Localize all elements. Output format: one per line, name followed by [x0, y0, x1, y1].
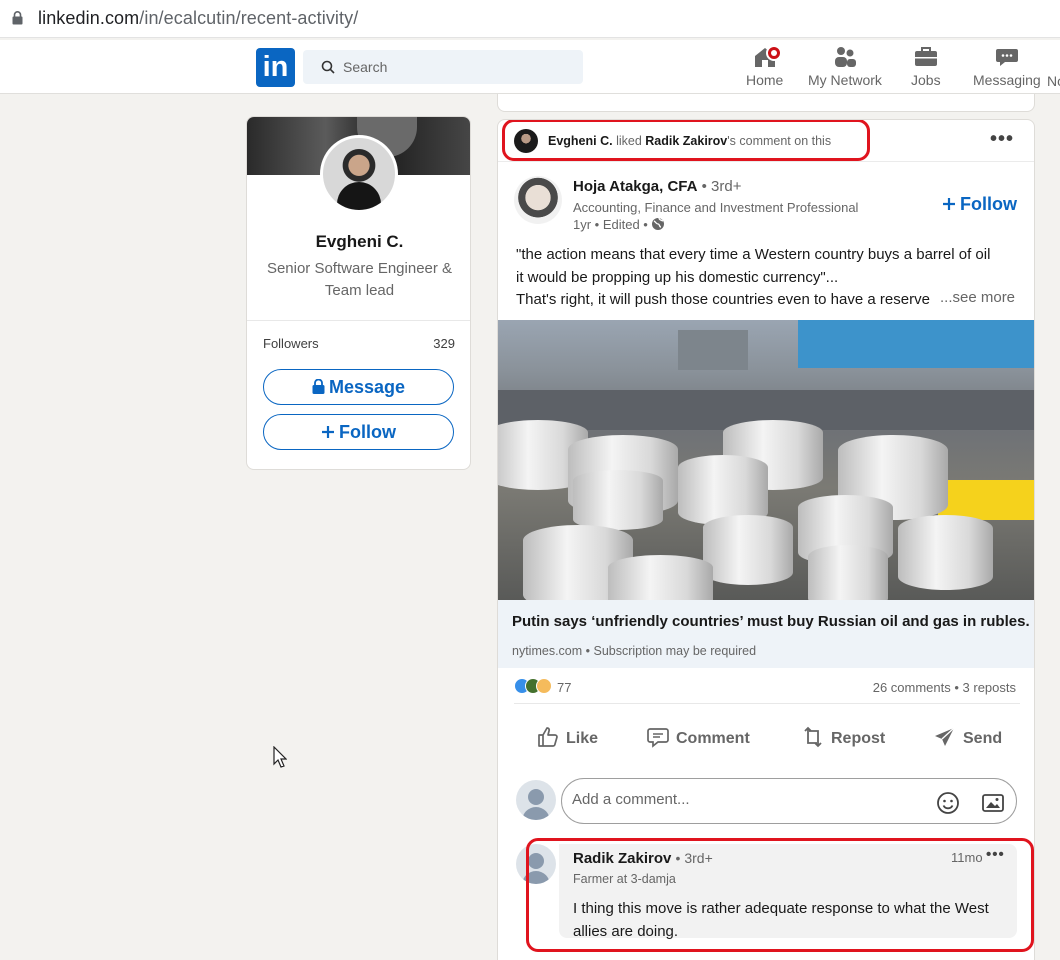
repost-icon: [804, 726, 822, 748]
mouse-cursor-icon: [273, 746, 287, 768]
emoji-icon[interactable]: [936, 791, 960, 815]
see-more-link[interactable]: ...see more: [940, 289, 1016, 306]
insightful-reaction-icon: [536, 678, 552, 694]
url-domain: linkedin.com: [38, 8, 140, 28]
message-button-label: Message: [328, 377, 406, 397]
nav-jobs-label: Jobs: [911, 72, 941, 88]
messaging-icon: [995, 49, 1018, 66]
followers-label: Followers: [263, 336, 319, 351]
plus-icon: [322, 426, 334, 438]
add-comment-input[interactable]: Add a comment...: [561, 778, 1017, 824]
current-user-avatar: [516, 780, 556, 820]
more-options-icon[interactable]: •••: [990, 128, 1014, 151]
search-placeholder: Search: [343, 59, 388, 75]
like-button[interactable]: Like: [536, 725, 598, 749]
plus-icon: [943, 198, 955, 210]
divider: [514, 703, 1020, 704]
network-icon: [834, 47, 856, 67]
image-icon[interactable]: [981, 791, 1005, 815]
reactions-count[interactable]: 77: [557, 680, 571, 695]
notification-badge: [766, 45, 782, 61]
globe-icon: [652, 217, 665, 230]
nav-home-label: Home: [746, 72, 784, 88]
send-icon: [935, 727, 955, 746]
post-follow-label: Follow: [960, 194, 1017, 214]
post-card: Evgheni C. liked Radik Zakirov's comment…: [497, 119, 1035, 960]
profile-name[interactable]: Evgheni C.: [247, 232, 470, 252]
profile-headline: Senior Software Engineer & Team lead: [266, 260, 453, 299]
profile-card: Evgheni C. Senior Software Engineer & Te…: [246, 116, 471, 470]
lock-icon: [312, 378, 325, 394]
nav-my-network-label: My Network: [808, 72, 882, 88]
connection-degree: • 3rd+: [701, 178, 742, 195]
briefcase-icon: [914, 47, 937, 66]
post-author-headline: Accounting, Finance and Investment Profe…: [573, 200, 859, 215]
url-text[interactable]: linkedin.com/in/ecalcutin/recent-activit…: [38, 8, 358, 29]
url-path: /in/ecalcutin/recent-activity/: [139, 8, 359, 28]
highlight-annotation: [526, 838, 1034, 952]
message-button[interactable]: Message: [263, 369, 454, 405]
top-navigation: in Search Home My Network Jobs Messaging…: [0, 40, 1060, 94]
repost-label: Repost: [831, 730, 886, 747]
browser-url-bar[interactable]: linkedin.com/in/ecalcutin/recent-activit…: [0, 0, 1060, 38]
post-text: "the action means that every time a West…: [516, 244, 1021, 319]
divider: [247, 320, 470, 321]
linkedin-logo[interactable]: in: [256, 48, 295, 87]
nav-messaging-label: Messaging: [973, 72, 1041, 88]
follow-button-label: Follow: [339, 422, 396, 442]
article-source: nytimes.com • Subscription may be requir…: [512, 644, 757, 658]
nav-messaging[interactable]: Messaging: [973, 44, 1041, 88]
nav-notifications[interactable]: No: [1047, 73, 1060, 89]
followers-count: 329: [433, 336, 455, 351]
nav-jobs[interactable]: Jobs: [911, 44, 941, 88]
article-title[interactable]: Putin says ‘unfriendly countries’ must b…: [512, 613, 1030, 630]
post-text-line: it would be propping up his domestic cur…: [516, 268, 839, 286]
profile-avatar[interactable]: [320, 135, 398, 213]
comment-label: Comment: [676, 730, 750, 747]
like-label: Like: [566, 730, 599, 747]
send-label: Send: [963, 730, 1003, 747]
highlight-annotation: [502, 120, 870, 161]
previous-post-card: [497, 94, 1035, 112]
thumbs-up-icon: [538, 727, 558, 747]
add-comment-placeholder: Add a comment...: [572, 791, 690, 808]
nav-home[interactable]: Home: [746, 44, 783, 88]
post-follow-button[interactable]: Follow: [942, 194, 1017, 215]
search-icon: [321, 60, 335, 74]
repost-button[interactable]: Repost: [801, 725, 885, 749]
post-author-avatar[interactable]: [514, 176, 562, 224]
search-box[interactable]: Search: [303, 50, 583, 84]
post-text-line: "the action means that every time a West…: [516, 246, 991, 263]
post-stats[interactable]: 26 comments • 3 reposts: [873, 680, 1016, 695]
post-text-line: That's right, it will push those countri…: [516, 291, 930, 308]
post-meta-text: 1yr • Edited •: [573, 217, 648, 232]
lock-icon: [12, 11, 23, 25]
comment-button[interactable]: Comment: [646, 725, 750, 749]
nav-notifications-label: No: [1047, 73, 1060, 89]
comment-icon: [647, 728, 669, 748]
follow-button[interactable]: Follow: [263, 414, 454, 450]
post-author[interactable]: Hoja Atakga, CFA • 3rd+: [573, 178, 742, 195]
post-author-name: Hoja Atakga, CFA: [573, 178, 698, 195]
post-meta: 1yr • Edited •: [573, 217, 665, 232]
nav-my-network[interactable]: My Network: [808, 44, 882, 88]
post-image[interactable]: [498, 320, 1034, 600]
send-button[interactable]: Send: [933, 725, 1002, 749]
article-link[interactable]: Putin says ‘unfriendly countries’ must b…: [498, 600, 1034, 668]
